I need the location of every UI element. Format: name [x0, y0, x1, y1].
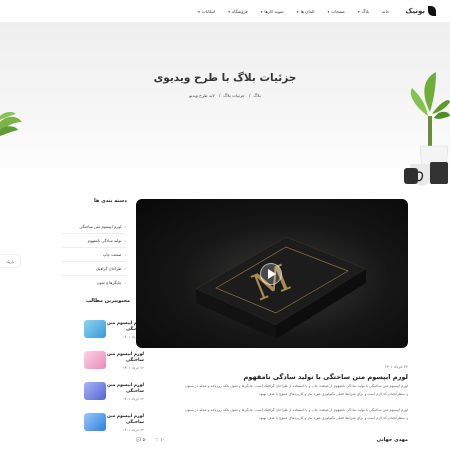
likes-count[interactable]: ♡ ۱۰	[155, 437, 165, 443]
comments-value: ۵۰	[142, 437, 148, 442]
comments-count[interactable]: 💬 ۵۰	[136, 437, 147, 443]
popular-post[interactable]: لورم ایپسوم متن ساختگی ۲۲ خرداد ۱۴۰۱	[60, 413, 144, 437]
page-title: جزئیات بلاگ با طرح ویدیوی	[153, 72, 297, 84]
popular-post-date: ۲۲ خرداد ۱۴۰۱	[122, 428, 144, 432]
nav-item-label: المان ها	[300, 8, 315, 14]
category-item[interactable]: صنعت چاپ	[62, 248, 126, 262]
logo-icon	[428, 6, 436, 16]
comment-icon: 💬	[136, 437, 142, 442]
category-item[interactable]: چاپگرها و متون	[62, 276, 126, 290]
brand-name: بونیک	[405, 7, 425, 15]
chevron-down-icon: ▾	[327, 9, 330, 14]
post-thumbnail[interactable]	[84, 351, 106, 369]
plant-left-image	[0, 111, 22, 136]
heart-icon: ♡	[155, 437, 159, 442]
dark-mode-tab[interactable]: تاریک	[0, 254, 21, 268]
likes-value: ۱۰	[160, 437, 165, 442]
chevron-down-icon: ▾	[260, 9, 263, 14]
post-excerpt: و سطرآنچنان که لازم است و برای شرایط فعل…	[258, 392, 408, 396]
category-item[interactable]: طراحان گرافیک	[62, 262, 126, 276]
breadcrumb: بلاگ/ جزئیات بلاگ/ لاید طرح ویدیو	[189, 93, 261, 98]
main-menu: خانه بلاگ▾ صفحات▾ المان ها▾ نمونه کارها▾…	[198, 9, 389, 14]
nav-item-portfolio[interactable]: نمونه کارها▾	[261, 9, 284, 14]
popular-post[interactable]: لورم ایپسوم متن ساختگی ۲۲ خرداد ۱۴۰۱	[60, 351, 144, 375]
nav-item-label: فروشگاه	[232, 8, 248, 14]
nav-item-label: نمونه کارها	[264, 8, 284, 14]
nav-item-elements[interactable]: المان ها▾	[297, 9, 315, 14]
chevron-down-icon: ▾	[198, 9, 200, 14]
category-item[interactable]: تولید سادگی نامفهوم	[62, 234, 126, 248]
plant-cups-image	[404, 72, 450, 186]
popular-post-title[interactable]: لورم ایپسوم متن ساختگی	[104, 352, 144, 364]
post-title[interactable]: لورم ایپسوم متن ساختگی با تولید سادگی نا…	[243, 373, 408, 381]
play-icon[interactable]	[260, 263, 282, 285]
post-stats: 💬 ۵۰ ♡ ۱۰	[136, 437, 165, 443]
post-excerpt: لورم ایپسوم متن ساختگی با تولید سادگی نا…	[185, 408, 408, 412]
post-excerpt: و سطرآنچنان که لازم است و برای شرایط فعل…	[258, 416, 408, 420]
post-excerpt: لورم ایپسوم متن ساختگی با تولید سادگی نا…	[185, 384, 408, 388]
post-thumbnail[interactable]	[84, 320, 106, 338]
popular-post[interactable]: لورم ایپسوم متن ساختگی ۲۶ خرداد ۱۴۰۱	[60, 320, 144, 344]
chevron-down-icon: ▾	[357, 9, 360, 14]
page-hero: جزئیات بلاگ با طرح ویدیوی بلاگ/ جزئیات ب…	[0, 22, 450, 186]
nav-item-features[interactable]: امکانات▾	[198, 9, 215, 14]
nav-item-blog[interactable]: بلاگ▾	[358, 9, 369, 14]
post-author[interactable]: مهدی جهانی	[377, 437, 408, 443]
popular-title: محبوبترین مطالب	[86, 298, 131, 304]
nav-item-label: امکانات	[201, 8, 216, 14]
breadcrumb-item[interactable]: بلاگ	[253, 93, 260, 98]
nav-item-home[interactable]: خانه	[382, 9, 389, 14]
post-thumbnail[interactable]	[84, 413, 106, 431]
nav-item-label: صفحات	[331, 8, 345, 14]
nav-item-pages[interactable]: صفحات▾	[327, 9, 344, 14]
chevron-down-icon: ▾	[296, 9, 299, 14]
category-item[interactable]: لورم ایپسوم متن ساختگی	[62, 220, 126, 234]
popular-post[interactable]: لورم ایپسوم متن ساختگی ۲۲ خرداد ۱۴۰۱	[60, 382, 144, 406]
popular-post-date: ۲۲ خرداد ۱۴۰۱	[122, 366, 144, 370]
nav-item-shop[interactable]: فروشگاه▾	[228, 9, 247, 14]
chevron-down-icon: ▾	[228, 9, 230, 14]
post-video[interactable]: M	[136, 199, 408, 348]
categories-title: دسته بندی ها	[94, 198, 127, 204]
post-date: ۲۴ خرداد ۱۴۰۱	[384, 364, 408, 369]
breadcrumb-item[interactable]: جزئیات بلاگ	[223, 93, 244, 98]
post-thumbnail[interactable]	[84, 382, 106, 400]
breadcrumb-item: لاید طرح ویدیو	[189, 93, 215, 98]
brand-logo[interactable]: بونیک	[405, 6, 436, 16]
nav-item-label: بلاگ	[361, 8, 370, 14]
top-nav: بونیک خانه بلاگ▾ صفحات▾ المان ها▾ نمونه …	[0, 0, 450, 22]
